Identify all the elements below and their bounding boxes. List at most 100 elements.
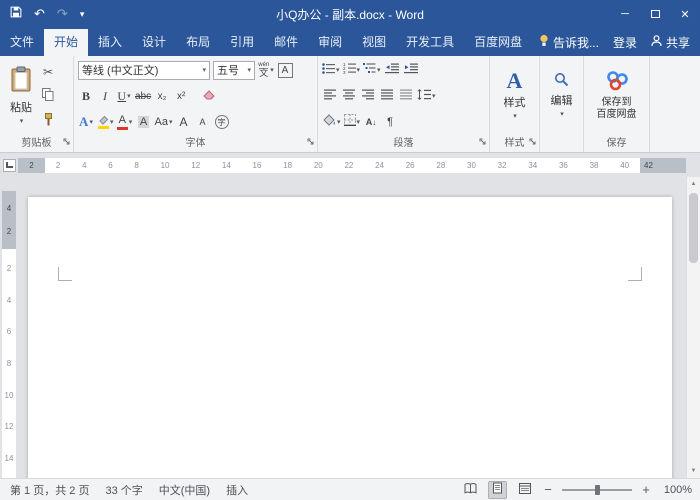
font-color-dropdown-icon[interactable]: ▾ xyxy=(129,118,133,126)
change-case-button[interactable]: Aa ▾ xyxy=(155,112,173,133)
tab-百度网盘[interactable]: 百度网盘 xyxy=(464,29,532,56)
maximize-button[interactable] xyxy=(640,0,670,28)
save-icon[interactable] xyxy=(10,0,22,28)
tab-引用[interactable]: 引用 xyxy=(220,29,264,56)
change-case-dropdown-icon[interactable]: ▾ xyxy=(169,118,173,126)
character-shading-button[interactable]: A xyxy=(136,112,152,133)
borders-dropdown-icon[interactable]: ▾ xyxy=(357,118,361,126)
align-center-button[interactable] xyxy=(341,86,357,107)
clear-formatting-button[interactable] xyxy=(200,86,216,107)
tab-selector[interactable] xyxy=(0,158,18,172)
numbering-dropdown-icon[interactable]: ▾ xyxy=(357,66,361,74)
tab-开发工具[interactable]: 开发工具 xyxy=(396,29,464,56)
shrink-font-button[interactable]: A xyxy=(195,112,211,133)
word-count[interactable]: 33 个字 xyxy=(105,482,142,498)
tab-开始[interactable]: 开始 xyxy=(44,29,89,56)
decrease-indent-button[interactable] xyxy=(384,60,400,81)
read-mode-button[interactable] xyxy=(461,481,480,499)
distribute-button[interactable] xyxy=(398,86,414,107)
vertical-ruler[interactable]: 42 2 4 6 8 10 12 14 xyxy=(0,177,18,478)
scroll-up-button[interactable]: ▲ xyxy=(687,177,700,191)
styles-dropdown-icon[interactable]: ▾ xyxy=(513,112,517,120)
page-indicator[interactable]: 第 1 页，共 2 页 xyxy=(10,482,89,498)
tab-插入[interactable]: 插入 xyxy=(88,29,132,56)
align-right-button[interactable] xyxy=(360,86,376,107)
numbering-button[interactable]: 123 ▾ xyxy=(343,60,361,81)
underline-dropdown-icon[interactable]: ▾ xyxy=(127,92,131,100)
cut-button[interactable]: ✂ xyxy=(40,61,56,82)
zoom-out-button[interactable]: − xyxy=(542,482,554,497)
strikethrough-button[interactable]: abc xyxy=(135,86,151,107)
borders-button[interactable]: ▾ xyxy=(343,112,361,133)
styles-dialog-launcher[interactable] xyxy=(529,136,536,150)
font-name-combo[interactable]: 等线 (中文正文) ▾ xyxy=(78,60,210,80)
scroll-down-button[interactable]: ▼ xyxy=(687,464,700,478)
paste-button[interactable]: 粘贴 ▾ xyxy=(2,57,40,133)
scrollbar-thumb[interactable] xyxy=(689,193,698,263)
tab-布局[interactable]: 布局 xyxy=(176,29,220,56)
highlight-dropdown-icon[interactable]: ▾ xyxy=(110,118,114,126)
redo-icon[interactable]: ↷ xyxy=(57,0,68,28)
language-indicator[interactable]: 中文(中国) xyxy=(159,482,210,498)
bullets-dropdown-icon[interactable]: ▾ xyxy=(336,66,340,74)
text-effects-dropdown-icon[interactable]: ▾ xyxy=(89,118,93,126)
font-size-combo[interactable]: 五号 ▾ xyxy=(213,60,255,80)
minimize-button[interactable]: ─ xyxy=(610,0,640,28)
bullets-button[interactable]: ▾ xyxy=(322,60,340,81)
share-button[interactable]: 共享 xyxy=(651,34,690,51)
document-page[interactable] xyxy=(28,197,672,478)
sort-button[interactable]: A ↓ xyxy=(363,112,379,133)
justify-button[interactable] xyxy=(379,86,395,107)
paste-dropdown-icon[interactable]: ▾ xyxy=(20,117,24,125)
italic-button[interactable]: I xyxy=(97,86,113,107)
shading-button[interactable]: ▾ xyxy=(322,112,341,133)
format-painter-button[interactable] xyxy=(40,111,56,132)
font-color-button[interactable]: A ▾ xyxy=(116,112,133,133)
editing-button[interactable]: 编辑 ▾ xyxy=(542,57,581,133)
insert-mode-indicator[interactable]: 插入 xyxy=(226,482,248,498)
underline-button[interactable]: U ▾ xyxy=(116,86,132,107)
zoom-level[interactable]: 100% xyxy=(660,484,692,496)
vertical-scrollbar[interactable]: ▲ ▼ xyxy=(686,177,700,478)
horizontal-ruler[interactable]: 2 2 4 6 8 10 12 14 16 18 20 22 24 26 28 30 32 34 36 38 40 4… xyxy=(18,157,686,173)
grow-font-button[interactable]: A xyxy=(176,112,192,133)
enclose-characters-button[interactable]: 字 xyxy=(214,112,230,133)
close-button[interactable]: ✕ xyxy=(670,0,700,28)
shading-dropdown-icon[interactable]: ▾ xyxy=(337,118,341,126)
multilevel-list-button[interactable]: ▾ xyxy=(363,60,381,81)
superscript-button[interactable]: x² xyxy=(173,86,189,107)
zoom-slider-thumb[interactable] xyxy=(595,484,600,495)
qat-customize-icon[interactable]: ▾ xyxy=(80,0,85,28)
increase-indent-button[interactable] xyxy=(403,60,419,81)
phonetic-guide-button[interactable]: wén 文 ▾ xyxy=(258,60,274,81)
bold-button[interactable]: B xyxy=(78,86,94,107)
tab-设计[interactable]: 设计 xyxy=(132,29,176,56)
save-to-baidu-button[interactable]: 保存到 百度网盘 xyxy=(586,57,647,133)
styles-button[interactable]: A 样式 ▾ xyxy=(492,57,537,133)
tab-file[interactable]: 文件 xyxy=(0,29,44,56)
editing-dropdown-icon[interactable]: ▾ xyxy=(560,110,564,118)
font-dialog-launcher[interactable] xyxy=(307,136,314,150)
highlight-button[interactable]: ▾ xyxy=(97,112,114,133)
tab-审阅[interactable]: 审阅 xyxy=(308,29,352,56)
copy-button[interactable] xyxy=(40,86,56,107)
print-layout-button[interactable] xyxy=(488,480,507,499)
font-size-dropdown-icon[interactable]: ▾ xyxy=(247,66,251,74)
login-button[interactable]: 登录 xyxy=(613,34,637,51)
character-border-button[interactable]: A xyxy=(277,60,293,81)
clipboard-dialog-launcher[interactable] xyxy=(63,136,70,150)
line-spacing-dropdown-icon[interactable]: ▾ xyxy=(432,92,436,100)
show-hide-marks-button[interactable]: ¶ xyxy=(382,112,398,133)
web-layout-button[interactable] xyxy=(515,481,534,499)
multilevel-dropdown-icon[interactable]: ▾ xyxy=(377,66,381,74)
phonetic-dropdown-icon[interactable]: ▾ xyxy=(270,66,274,74)
undo-icon[interactable]: ↶ xyxy=(34,0,45,28)
tab-视图[interactable]: 视图 xyxy=(352,29,396,56)
paragraph-dialog-launcher[interactable] xyxy=(479,136,486,150)
align-left-button[interactable] xyxy=(322,86,338,107)
text-effects-button[interactable]: A ▾ xyxy=(78,112,94,133)
zoom-in-button[interactable]: + xyxy=(640,482,652,497)
zoom-slider[interactable] xyxy=(562,483,632,497)
tab-邮件[interactable]: 邮件 xyxy=(264,29,308,56)
font-name-dropdown-icon[interactable]: ▾ xyxy=(202,66,206,74)
